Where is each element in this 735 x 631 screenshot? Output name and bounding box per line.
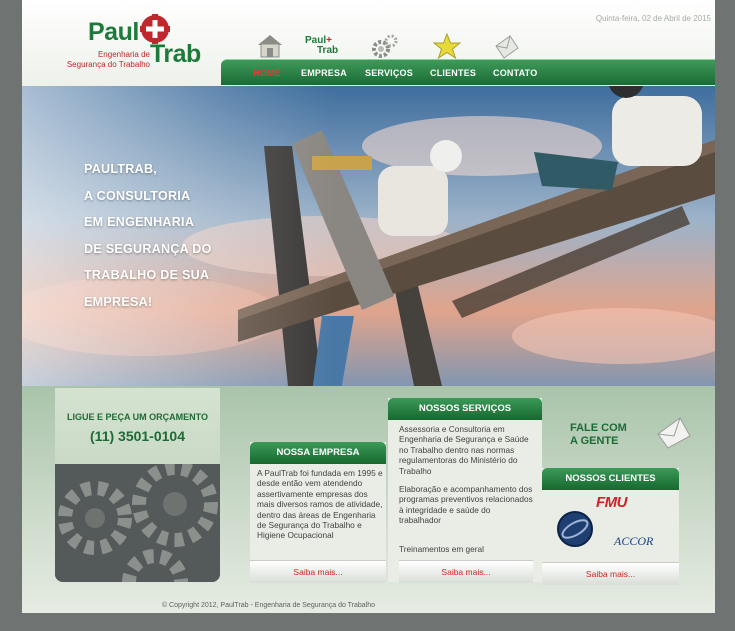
footer-copyright: © Copyright 2012, PaulTrab - Engenharia … bbox=[161, 602, 376, 609]
hero-line: EM ENGENHARIA bbox=[84, 215, 195, 229]
empresa-more-link[interactable]: Saiba mais... bbox=[250, 560, 386, 583]
nav-contato[interactable]: CONTATO bbox=[493, 68, 537, 78]
servicos-title: NOSSOS SERVIÇOS bbox=[388, 398, 542, 420]
hero-line: TRABALHO DE SUA bbox=[84, 268, 210, 282]
envelope-icon[interactable] bbox=[654, 414, 694, 452]
contact-line1: FALE COM bbox=[570, 422, 627, 434]
empresa-text: A PaulTrab foi fundada em 1995 e desde e… bbox=[257, 468, 383, 541]
nav-home[interactable]: HOME bbox=[253, 68, 281, 78]
gears-image bbox=[55, 464, 220, 582]
logo-tagline-line1: Engenharia de bbox=[97, 50, 150, 59]
nav-servicos[interactable]: SERVIÇOS bbox=[365, 68, 413, 78]
empresa-title: NOSSA EMPRESA bbox=[250, 442, 386, 464]
footer: © Copyright 2012, PaulTrab - Engenharia … bbox=[22, 602, 715, 609]
page: Paul Trab Engenharia de Segurança do Tra… bbox=[22, 0, 715, 613]
envelope-icon[interactable] bbox=[490, 32, 524, 60]
hero-line: DE SEGURANÇA DO bbox=[84, 241, 212, 256]
header: Paul Trab Engenharia de Segurança do Tra… bbox=[22, 0, 715, 86]
gear-icon[interactable] bbox=[367, 32, 401, 60]
current-date: Quinta-feira, 02 de Abril de 2015 bbox=[595, 14, 711, 23]
client-logo-accor: ACCOR bbox=[614, 534, 654, 548]
main-nav: HOME EMPRESA SERVIÇOS CLIENTES CONTATO bbox=[221, 59, 715, 85]
logo-tagline-line2: Segurança do Trabalho bbox=[66, 60, 150, 69]
contact-line2: A GENTE bbox=[570, 435, 619, 447]
home-icon[interactable] bbox=[253, 32, 287, 60]
clientes-title: NOSSOS CLIENTES bbox=[542, 468, 679, 490]
hero-banner: PAULTRAB, A CONSULTORIA EM ENGENHARIA DE… bbox=[22, 86, 715, 386]
nav-clientes[interactable]: CLIENTES bbox=[430, 68, 476, 78]
hero-line: A CONSULTORIA bbox=[84, 188, 191, 203]
clientes-more-link[interactable]: Saiba mais... bbox=[542, 562, 679, 585]
client-globe-icon bbox=[557, 511, 593, 547]
servicos-item: Assessoria e Consultoria em Engenharia d… bbox=[399, 424, 529, 476]
servicos-item: Treinamentos em geral bbox=[399, 544, 485, 554]
logo-name-paul: Paul bbox=[88, 18, 139, 46]
phone-label: LIGUE E PEÇA UM ORÇAMENTO bbox=[66, 412, 208, 422]
nav-empresa[interactable]: EMPRESA bbox=[301, 68, 347, 78]
hero-line: EMPRESA! bbox=[84, 294, 153, 309]
logo[interactable]: Paul Trab Engenharia de Segurança do Tra… bbox=[52, 12, 222, 72]
hero-line: PAULTRAB, bbox=[84, 162, 158, 176]
servicos-more-link[interactable]: Saiba mais... bbox=[399, 560, 533, 583]
servicos-item: Elaboração e acompanhamento dos programa… bbox=[399, 484, 533, 526]
logo-name-trab: Trab bbox=[150, 40, 201, 68]
hero-headline: PAULTRAB, A CONSULTORIA EM ENGENHARIA DE… bbox=[84, 156, 234, 315]
phone-number[interactable]: (11) 3501-0104 bbox=[55, 428, 220, 444]
contact-callout[interactable]: FALE COM A GENTE bbox=[570, 422, 627, 448]
content-area: LIGUE E PEÇA UM ORÇAMENTO (11) 3501-0104… bbox=[22, 386, 715, 613]
star-icon[interactable] bbox=[430, 32, 464, 60]
client-logo-fmu: FMU bbox=[596, 494, 628, 511]
phone-box: LIGUE E PEÇA UM ORÇAMENTO (11) 3501-0104 bbox=[55, 388, 220, 582]
